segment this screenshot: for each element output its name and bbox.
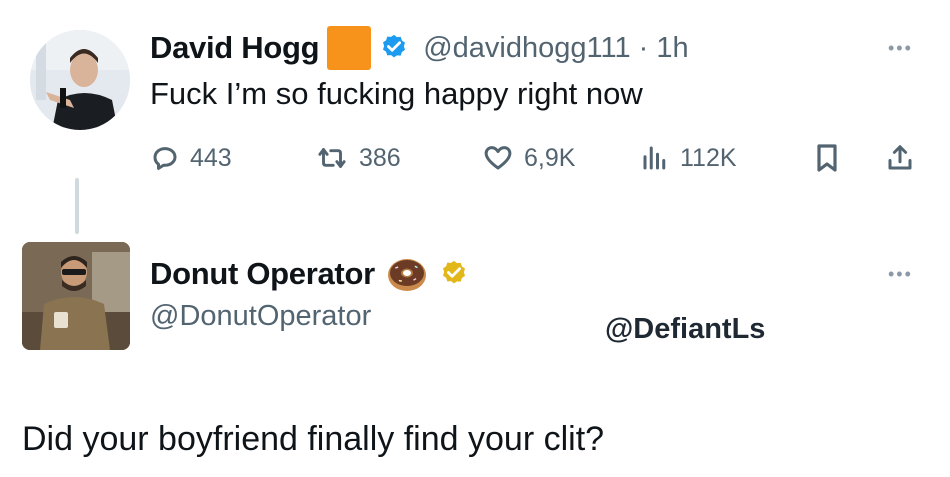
retweet-button[interactable]: 386 xyxy=(315,138,401,178)
bookmark-icon xyxy=(817,144,837,172)
like-count: 6,9K xyxy=(524,143,576,172)
avatar-photo xyxy=(30,30,130,130)
reply-icon xyxy=(153,147,177,170)
bookmark-button[interactable] xyxy=(813,138,841,178)
orange-square-emoji xyxy=(327,26,372,70)
views-chart-icon xyxy=(643,146,666,170)
watermark-handle: @DefiantLs xyxy=(605,313,766,345)
reply-header: Donut Operator xyxy=(150,252,469,296)
reply-author-handle[interactable]: @DonutOperator xyxy=(150,300,371,333)
tweet-text: Fuck I’m so fucking happy right now xyxy=(150,76,643,111)
retweet-icon xyxy=(318,148,346,168)
reply-text: Did your boyfriend finally find your cli… xyxy=(22,420,605,458)
reply-button[interactable]: 443 xyxy=(150,138,232,178)
share-button[interactable] xyxy=(885,138,915,178)
heart-icon xyxy=(484,146,512,170)
reply-count: 443 xyxy=(190,143,232,172)
views-button[interactable]: 112K xyxy=(640,138,737,178)
tweet-header: David Hogg @davidhogg111 · 1h xyxy=(150,26,689,70)
like-button[interactable]: 6,9K xyxy=(482,138,575,178)
avatar-photo xyxy=(22,242,130,350)
verified-gold-badge-icon xyxy=(442,260,465,284)
verified-badge-icon xyxy=(383,34,406,58)
views-count: 112K xyxy=(680,143,737,172)
author-handle-time[interactable]: @davidhogg111 · 1h xyxy=(423,32,688,65)
retweet-count: 386 xyxy=(359,143,401,172)
author-name[interactable]: David Hogg xyxy=(150,30,320,66)
reply-more-options-icon[interactable]: ••• xyxy=(888,264,913,285)
share-icon xyxy=(888,145,912,170)
thread-connector-line xyxy=(75,178,79,234)
avatar-david-hogg[interactable] xyxy=(30,30,130,130)
tweet-actions-bar: 443 386 6,9K 112K xyxy=(150,138,930,178)
donut-emoji-icon xyxy=(387,259,426,291)
avatar-donut-operator[interactable] xyxy=(22,242,130,350)
more-options-icon[interactable]: ••• xyxy=(888,38,913,59)
reply-author-name[interactable]: Donut Operator xyxy=(150,256,375,292)
